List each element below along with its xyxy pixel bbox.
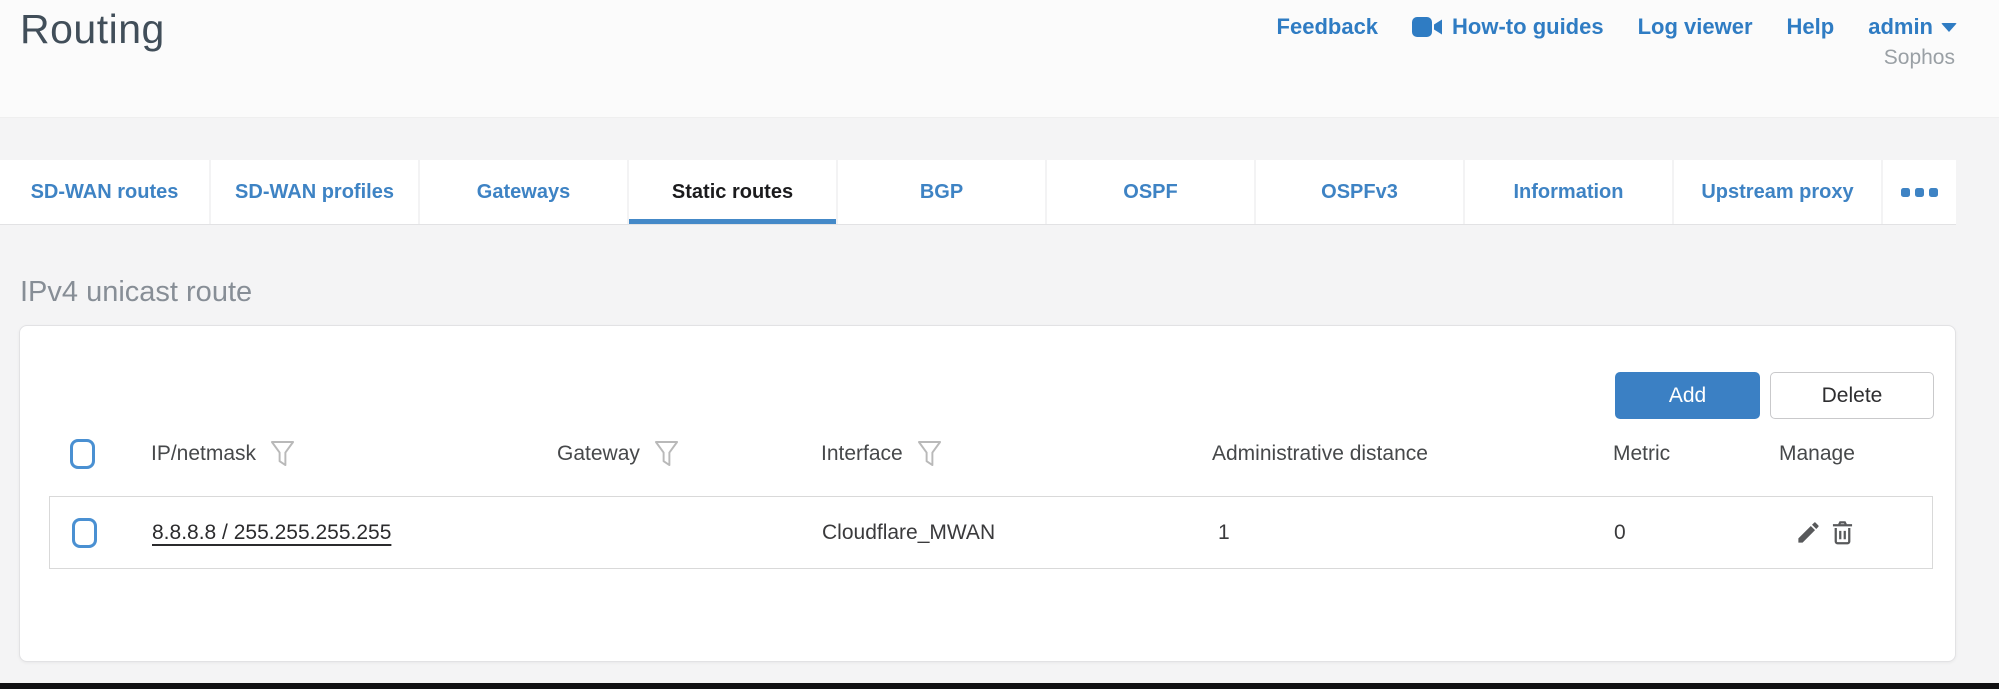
tab-ospf[interactable]: OSPF bbox=[1045, 160, 1254, 224]
delete-button[interactable]: Delete bbox=[1770, 372, 1934, 419]
feedback-link[interactable]: Feedback bbox=[1277, 14, 1379, 40]
filter-icon[interactable] bbox=[654, 440, 679, 469]
tab-label: OSPFv3 bbox=[1321, 181, 1398, 204]
col-label: Gateway bbox=[557, 442, 640, 466]
bottom-edge-strip bbox=[0, 683, 1999, 689]
tab-static-routes[interactable]: Static routes bbox=[627, 160, 836, 224]
tab-sd-wan-profiles[interactable]: SD-WAN profiles bbox=[209, 160, 418, 224]
top-nav: Feedback How-to guides Log viewer Help a… bbox=[1277, 14, 1957, 40]
tab-label: Information bbox=[1514, 181, 1624, 204]
add-button[interactable]: Add bbox=[1615, 372, 1760, 419]
filter-icon[interactable] bbox=[917, 440, 942, 469]
ellipsis-icon bbox=[1929, 188, 1938, 197]
col-label: Interface bbox=[821, 442, 903, 466]
tab-label: BGP bbox=[920, 181, 963, 204]
row-metric-cell: 0 bbox=[1614, 497, 1626, 568]
org-label: Sophos bbox=[1884, 46, 1955, 70]
tab-label: SD-WAN profiles bbox=[235, 181, 394, 204]
metric-value: 0 bbox=[1614, 521, 1626, 545]
admin-menu[interactable]: admin bbox=[1868, 14, 1957, 40]
col-label: Administrative distance bbox=[1212, 442, 1428, 466]
row-checkbox[interactable] bbox=[72, 518, 97, 548]
tab-gateways[interactable]: Gateways bbox=[418, 160, 627, 224]
row-distance-cell: 1 bbox=[1218, 497, 1230, 568]
admin-label: admin bbox=[1868, 14, 1933, 40]
select-all-checkbox[interactable] bbox=[70, 439, 95, 469]
select-all-cell bbox=[70, 434, 95, 474]
col-manage: Manage bbox=[1779, 434, 1855, 474]
ellipsis-icon bbox=[1915, 188, 1924, 197]
howto-guides-link[interactable]: How-to guides bbox=[1412, 14, 1604, 40]
tab-information[interactable]: Information bbox=[1463, 160, 1672, 224]
video-camera-icon bbox=[1412, 16, 1443, 38]
tab-label: Upstream proxy bbox=[1701, 181, 1853, 204]
row-interface-cell: Cloudflare_MWAN bbox=[822, 497, 995, 568]
trash-icon[interactable] bbox=[1829, 519, 1856, 546]
page-title: Routing bbox=[20, 6, 165, 53]
filter-icon[interactable] bbox=[270, 440, 295, 469]
header-band: Routing Feedback How-to guides Log viewe… bbox=[0, 0, 1999, 118]
col-label: IP/netmask bbox=[151, 442, 256, 466]
tab-sd-wan-routes[interactable]: SD-WAN routes bbox=[0, 160, 209, 224]
ellipsis-icon bbox=[1901, 188, 1910, 197]
tab-label: OSPF bbox=[1123, 181, 1177, 204]
section-heading: IPv4 unicast route bbox=[20, 276, 252, 309]
tab-ospfv3[interactable]: OSPFv3 bbox=[1254, 160, 1463, 224]
row-ip-cell: 8.8.8.8 / 255.255.255.255 bbox=[152, 497, 391, 568]
table-header: IP/netmask Gateway Interface Administrat… bbox=[20, 434, 1955, 474]
tab-bar: SD-WAN routes SD-WAN profiles Gateways S… bbox=[0, 160, 1956, 225]
row-select-cell bbox=[72, 497, 97, 568]
log-viewer-link[interactable]: Log viewer bbox=[1638, 14, 1753, 40]
tab-label: Static routes bbox=[672, 181, 793, 204]
ip-netmask-link[interactable]: 8.8.8.8 / 255.255.255.255 bbox=[152, 521, 391, 545]
col-label: Metric bbox=[1613, 442, 1670, 466]
col-interface: Interface bbox=[821, 434, 942, 474]
interface-value: Cloudflare_MWAN bbox=[822, 521, 995, 545]
chevron-down-icon bbox=[1941, 23, 1957, 32]
edit-icon[interactable] bbox=[1795, 519, 1822, 546]
more-tabs-button[interactable] bbox=[1881, 160, 1956, 224]
tab-bgp[interactable]: BGP bbox=[836, 160, 1045, 224]
col-ip-netmask: IP/netmask bbox=[151, 434, 295, 474]
tab-label: Gateways bbox=[477, 181, 570, 204]
table-row: 8.8.8.8 / 255.255.255.255 Cloudflare_MWA… bbox=[49, 496, 1933, 569]
col-metric: Metric bbox=[1613, 434, 1670, 474]
tab-upstream-proxy[interactable]: Upstream proxy bbox=[1672, 160, 1881, 224]
col-admin-distance: Administrative distance bbox=[1212, 434, 1428, 474]
row-manage-cell bbox=[1795, 497, 1856, 568]
col-label: Manage bbox=[1779, 442, 1855, 466]
col-gateway: Gateway bbox=[557, 434, 679, 474]
distance-value: 1 bbox=[1218, 521, 1230, 545]
routes-panel: Add Delete IP/netmask Gateway Interface … bbox=[19, 325, 1956, 662]
tab-label: SD-WAN routes bbox=[31, 181, 179, 204]
help-link[interactable]: Help bbox=[1787, 14, 1835, 40]
howto-guides-label: How-to guides bbox=[1452, 14, 1604, 40]
